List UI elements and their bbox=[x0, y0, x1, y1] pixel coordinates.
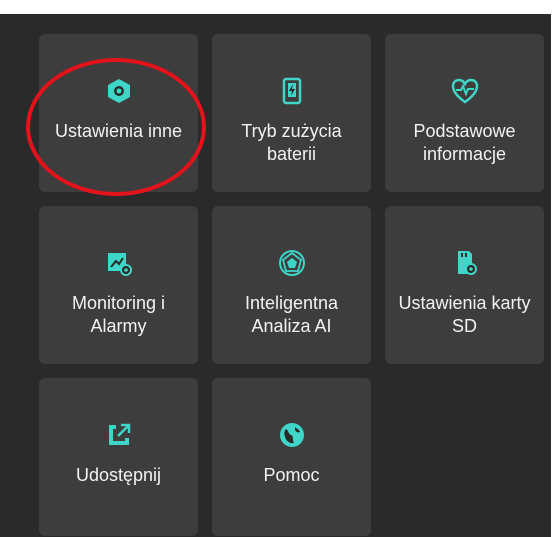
ai-polygon-icon bbox=[277, 248, 307, 278]
tile-share[interactable]: Udostępnij bbox=[39, 378, 198, 536]
tile-label: Tryb zużycia baterii bbox=[241, 121, 342, 164]
tile-battery-mode[interactable]: Tryb zużycia baterii bbox=[212, 34, 371, 192]
app-menu-panel: Ustawienia inne Tryb zużycia baterii Pod… bbox=[0, 14, 551, 537]
tile-sd-card-settings[interactable]: Ustawienia karty SD bbox=[385, 206, 544, 364]
tile-label: Ustawienia karty SD bbox=[398, 293, 531, 336]
tile-basic-info[interactable]: Podstawowe informacje bbox=[385, 34, 544, 192]
tile-label: Udostępnij bbox=[75, 465, 162, 485]
sd-card-icon bbox=[450, 248, 480, 278]
settings-hexagon-icon bbox=[104, 76, 134, 106]
tile-monitoring-alarms[interactable]: Monitoring i Alarmy bbox=[39, 206, 198, 364]
tile-label: Ustawienia inne bbox=[54, 121, 183, 141]
tile-label: Pomoc bbox=[263, 465, 320, 485]
tile-help[interactable]: Pomoc bbox=[212, 378, 371, 536]
tile-label: Inteligentna Analiza AI bbox=[244, 293, 339, 336]
help-globe-icon bbox=[277, 420, 307, 450]
share-arrow-icon bbox=[104, 420, 134, 450]
empty-tile-slot bbox=[385, 378, 544, 536]
heart-pulse-icon bbox=[450, 76, 480, 106]
monitor-camera-icon bbox=[104, 248, 134, 278]
tile-label: Monitoring i Alarmy bbox=[71, 293, 166, 336]
tile-ai-analysis[interactable]: Inteligentna Analiza AI bbox=[212, 206, 371, 364]
tile-settings-other[interactable]: Ustawienia inne bbox=[39, 34, 198, 192]
battery-mode-icon bbox=[277, 76, 307, 106]
tile-label: Podstawowe informacje bbox=[413, 121, 516, 164]
menu-grid: Ustawienia inne Tryb zużycia baterii Pod… bbox=[39, 34, 544, 536]
